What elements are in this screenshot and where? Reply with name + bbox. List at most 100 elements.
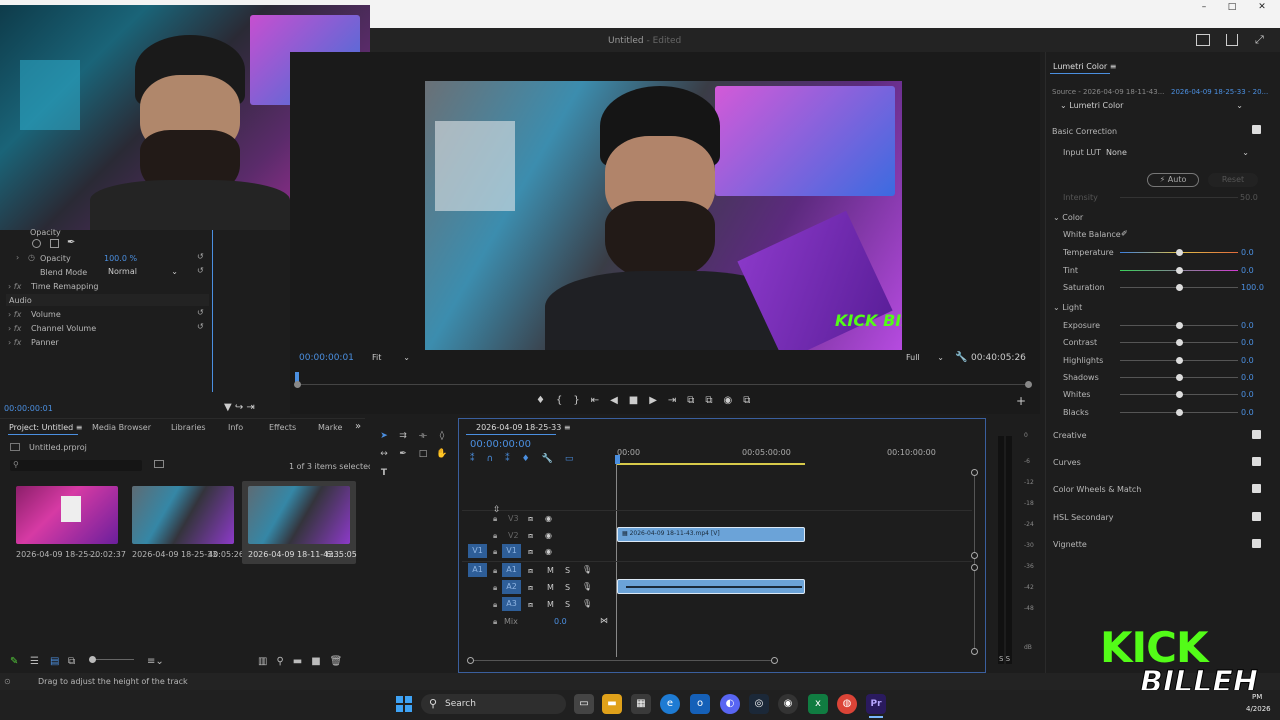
channel-volume-label[interactable]: Channel Volume <box>31 324 96 333</box>
fullscreen-icon[interactable]: ⤢ <box>1255 33 1264 47</box>
tab-info[interactable]: Info <box>228 423 243 432</box>
work-area-bar[interactable] <box>617 463 805 465</box>
lock-icon[interactable]: 🔒︎ <box>493 600 497 610</box>
light-slider-knob[interactable] <box>1175 322 1183 329</box>
mute-button[interactable]: M <box>547 583 554 592</box>
filter-icon[interactable]: ▼ ↪ ⇥ <box>224 402 255 413</box>
share-icon[interactable] <box>1226 34 1238 46</box>
project-item-thumbnail[interactable] <box>16 486 118 544</box>
search-input[interactable]: ⚲ <box>10 460 142 471</box>
mute-button[interactable]: M <box>547 566 554 575</box>
tab-effects[interactable]: Effects <box>269 423 296 432</box>
light-slider-value[interactable]: 0.0 <box>1241 338 1254 347</box>
lumetri-section-checkbox[interactable] <box>1252 484 1261 494</box>
lumetri-target[interactable]: 2026-04-09 18-25-33 - 20... <box>1171 88 1268 96</box>
sync-lock-icon[interactable]: ⧈ <box>528 531 533 541</box>
maximize-button[interactable]: □ <box>1216 0 1248 14</box>
meter-solo-buttons[interactable]: S S <box>999 655 1010 663</box>
light-slider-knob[interactable] <box>1175 408 1183 416</box>
track-name[interactable]: A1 <box>502 563 521 577</box>
project-footer-actions[interactable]: ▥⚲▬■🗑 <box>258 656 351 667</box>
excel-icon[interactable]: x <box>808 694 828 714</box>
taskbar-search[interactable]: ⚲ Search <box>421 694 566 714</box>
mix-arrow-icon[interactable]: ⋈ <box>600 616 608 625</box>
eyedropper-icon[interactable]: ✐ <box>1121 229 1128 238</box>
horizontal-scrollbar[interactable] <box>470 660 774 661</box>
lock-icon[interactable]: 🔒︎ <box>493 514 497 524</box>
steam-icon[interactable]: ◎ <box>749 694 769 714</box>
light-slider-value[interactable]: 0.0 <box>1241 408 1254 417</box>
input-lut-select[interactable]: None ⌄ <box>1106 148 1249 157</box>
timeline-timecode[interactable]: 00:00:00:00 <box>470 439 531 450</box>
track-select-tool-icon[interactable]: ⇉ <box>397 430 409 442</box>
microphone-icon[interactable]: 🎙︎ <box>582 599 592 608</box>
lumetri-section-header[interactable]: Color Wheels & Match <box>1053 485 1141 494</box>
color-slider-value[interactable]: 0.0 <box>1241 248 1254 257</box>
add-button[interactable]: + <box>1016 394 1026 408</box>
program-scrubber[interactable] <box>297 384 1029 385</box>
stopwatch-icon[interactable]: ◷ <box>28 253 35 262</box>
ripple-edit-tool-icon[interactable]: ⟛ <box>417 430 429 442</box>
zoom-slider-knob[interactable] <box>89 656 96 663</box>
fit-select[interactable]: Fit ⌄ <box>372 353 412 362</box>
wrench-icon[interactable]: 🔧 <box>955 352 967 363</box>
lumetri-preset-select[interactable]: ⌄ Lumetri Color ⌄ <box>1060 101 1243 110</box>
lumetri-source[interactable]: Source - 2026-04-09 18-11-43... <box>1052 88 1164 96</box>
mix-value[interactable]: 0.0 <box>554 617 567 626</box>
lock-icon[interactable]: 🔒︎ <box>493 566 497 576</box>
audio-clip[interactable] <box>617 579 805 594</box>
color-slider-value[interactable]: 100.0 <box>1241 283 1264 292</box>
close-button[interactable]: ✕ <box>1246 0 1278 14</box>
obs-icon[interactable]: ◉ <box>778 694 798 714</box>
pen-mask-icon[interactable]: ✒ <box>67 237 75 248</box>
lock-icon[interactable]: 🔒︎ <box>493 531 497 541</box>
program-video-frame[interactable]: KICK BILLEH <box>425 81 902 350</box>
eye-icon[interactable]: ◉ <box>545 514 552 523</box>
lumetri-section-header[interactable]: Vignette <box>1053 540 1087 549</box>
time-remapping-label[interactable]: Time Remapping <box>31 282 98 291</box>
light-section-header[interactable]: ⌄ Light <box>1053 303 1082 312</box>
timeline-playhead-head[interactable] <box>615 455 620 464</box>
windows-start-icon[interactable] <box>396 696 412 712</box>
light-slider-knob[interactable] <box>1175 373 1183 381</box>
video-clip[interactable]: ▦ 2026-04-09 18-11-43.mp4 [V] <box>617 527 805 542</box>
zoom-slider[interactable] <box>92 659 134 660</box>
reset-icon[interactable]: ↺ <box>197 252 204 261</box>
project-item-name[interactable]: 2026-04-09 18-25-... <box>16 550 99 559</box>
sync-lock-icon[interactable]: ⧈ <box>528 514 533 524</box>
pencil-icon[interactable]: ✎ <box>10 656 18 667</box>
slip-tool-icon[interactable]: ↔ <box>378 448 390 460</box>
track-name[interactable]: A3 <box>502 597 521 611</box>
volume-label[interactable]: Volume <box>31 310 61 319</box>
lock-icon[interactable]: 🔒︎ <box>493 583 497 593</box>
ec-playhead[interactable] <box>212 230 213 392</box>
transport-controls[interactable]: ♦{}⇤◀■▶⇥⧉⧉◉⧉ <box>536 395 761 406</box>
zoom-handle-right[interactable] <box>1025 381 1032 388</box>
basic-correction-header[interactable]: Basic Correction <box>1052 127 1262 139</box>
new-bin-icon[interactable] <box>154 460 164 468</box>
lumetri-section-checkbox[interactable] <box>1252 511 1261 521</box>
type-tool-icon[interactable]: T <box>378 467 390 479</box>
source-patch-a1[interactable]: A1 <box>468 563 487 577</box>
razor-tool-icon[interactable]: ◊ <box>436 430 448 442</box>
hand-tool-icon[interactable]: ✋ <box>436 448 448 460</box>
pen-tool-icon[interactable]: ✒ <box>397 448 409 460</box>
sync-lock-icon[interactable]: ⧈ <box>528 566 533 576</box>
basic-correction-checkbox[interactable] <box>1252 125 1261 134</box>
solo-button[interactable]: S <box>565 566 570 575</box>
scroll-handle-left[interactable] <box>467 657 474 664</box>
blend-mode-select[interactable]: Normal ⌄ <box>108 267 178 277</box>
vertical-scrollbar[interactable] <box>974 473 975 653</box>
lumetri-section-header[interactable]: HSL Secondary <box>1053 513 1113 522</box>
tab-markers[interactable]: Marke <box>318 423 342 432</box>
light-slider-value[interactable]: 0.0 <box>1241 356 1254 365</box>
auto-button[interactable]: ⚡ Auto <box>1147 173 1199 187</box>
solo-button[interactable]: S <box>565 583 570 592</box>
lock-icon[interactable]: 🔒︎ <box>493 617 497 627</box>
lumetri-section-header[interactable]: Curves <box>1053 458 1081 467</box>
light-slider-knob[interactable] <box>1175 339 1183 347</box>
project-item-thumbnail[interactable] <box>132 486 234 544</box>
opacity-value[interactable]: 100.0 % <box>104 254 137 263</box>
timeline-tools[interactable]: ⁑∩⁑♦🔧▭ <box>470 454 585 464</box>
color-section-header[interactable]: ⌄ Color <box>1053 213 1083 222</box>
